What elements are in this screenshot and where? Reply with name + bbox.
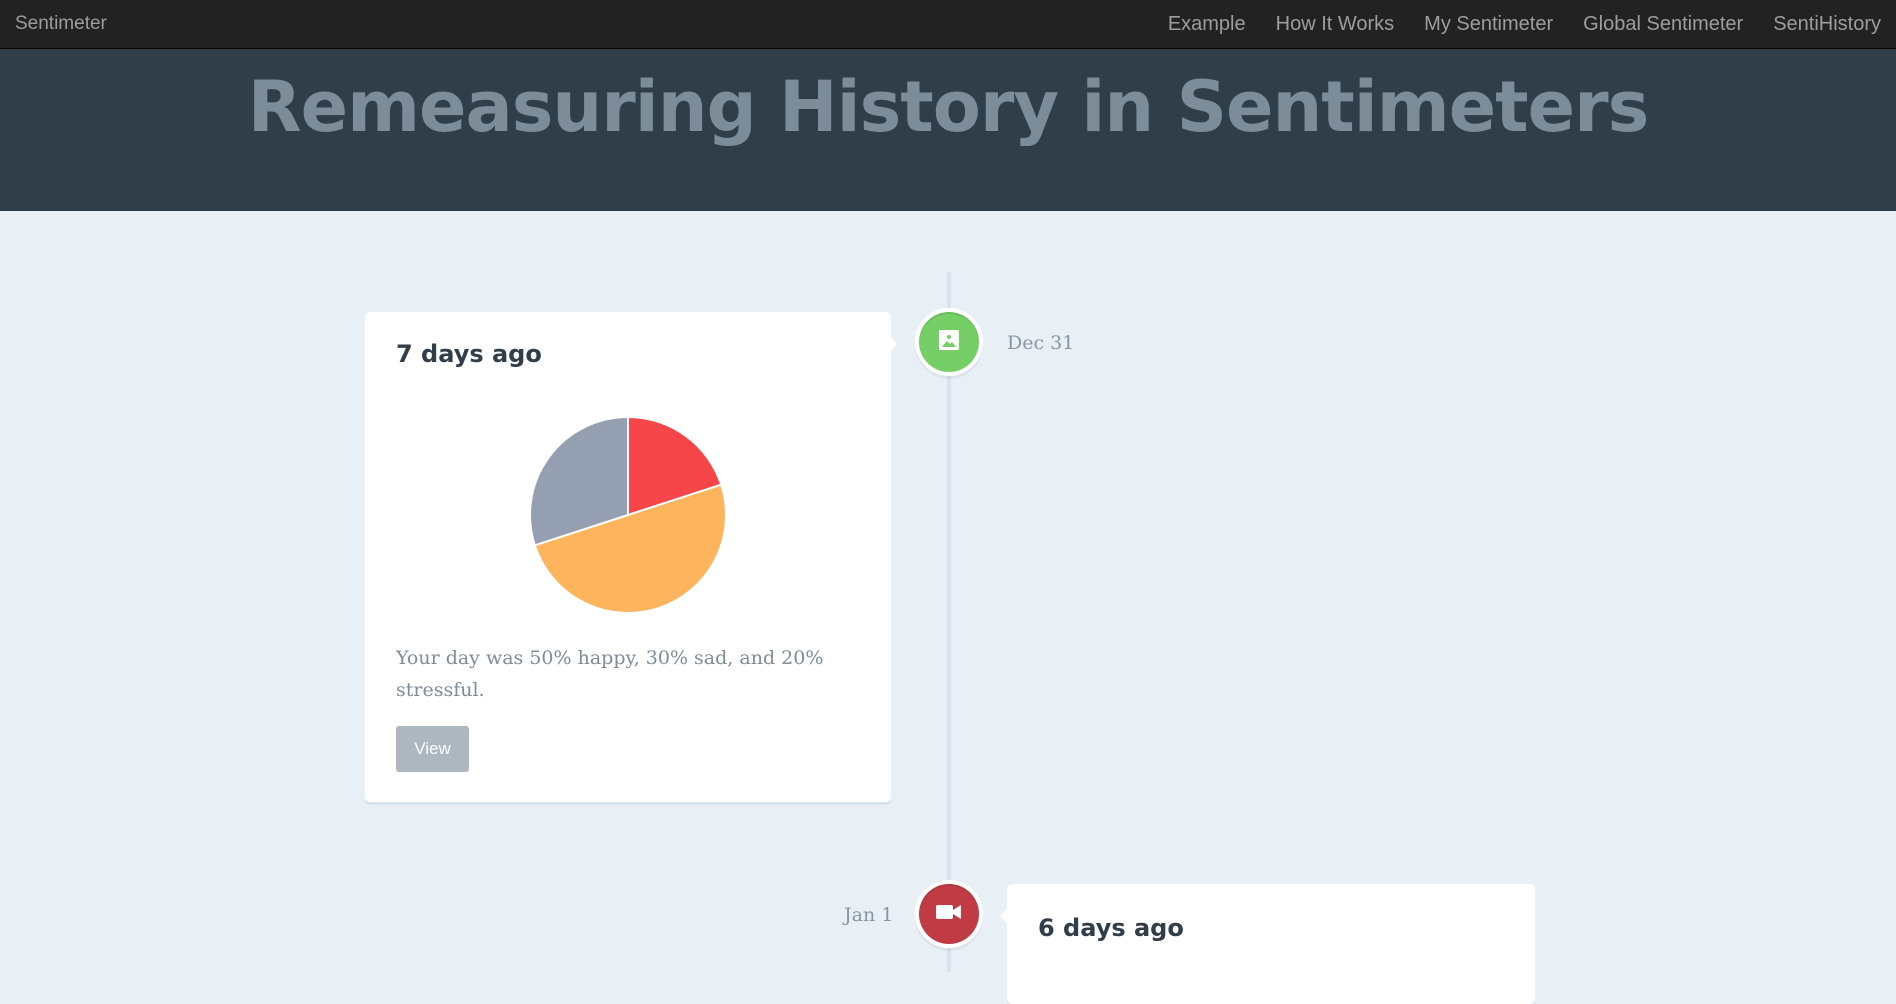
picture-icon xyxy=(938,329,960,355)
page-title: Remeasuring History in Sentimeters xyxy=(247,66,1650,148)
nav-link-how-it-works[interactable]: How It Works xyxy=(1261,0,1410,49)
card-title: 7 days ago xyxy=(396,340,542,368)
nav-link-my-sentimeter[interactable]: My Sentimeter xyxy=(1409,0,1568,49)
video-icon xyxy=(936,903,962,925)
nav-link-example[interactable]: Example xyxy=(1153,0,1261,49)
timeline-marker-video xyxy=(919,884,979,944)
card-title: 6 days ago xyxy=(1038,914,1184,942)
timeline-card: 7 days ago Your day was 50% happy, 30% s… xyxy=(365,312,897,802)
timeline-date: Jan 1 xyxy=(844,904,894,926)
timeline-card: 6 days ago xyxy=(1000,884,1535,1004)
sentiment-pie-chart xyxy=(529,415,727,614)
page-header: Remeasuring History in Sentimeters xyxy=(0,49,1896,211)
brand-link[interactable]: Sentimeter xyxy=(15,13,107,35)
timeline-marker-picture xyxy=(919,312,979,372)
timeline-line xyxy=(947,272,951,972)
timeline-date: Dec 31 xyxy=(1007,332,1075,354)
navbar: Sentimeter Example How It Works My Senti… xyxy=(0,0,1896,49)
nav-link-global-sentimeter[interactable]: Global Sentimeter xyxy=(1568,0,1758,49)
nav-link-sentihistory[interactable]: SentiHistory xyxy=(1758,0,1896,49)
nav-links: Example How It Works My Sentimeter Globa… xyxy=(1153,0,1896,49)
view-button[interactable]: View xyxy=(396,726,469,772)
card-description: Your day was 50% happy, 30% sad, and 20%… xyxy=(396,647,824,701)
